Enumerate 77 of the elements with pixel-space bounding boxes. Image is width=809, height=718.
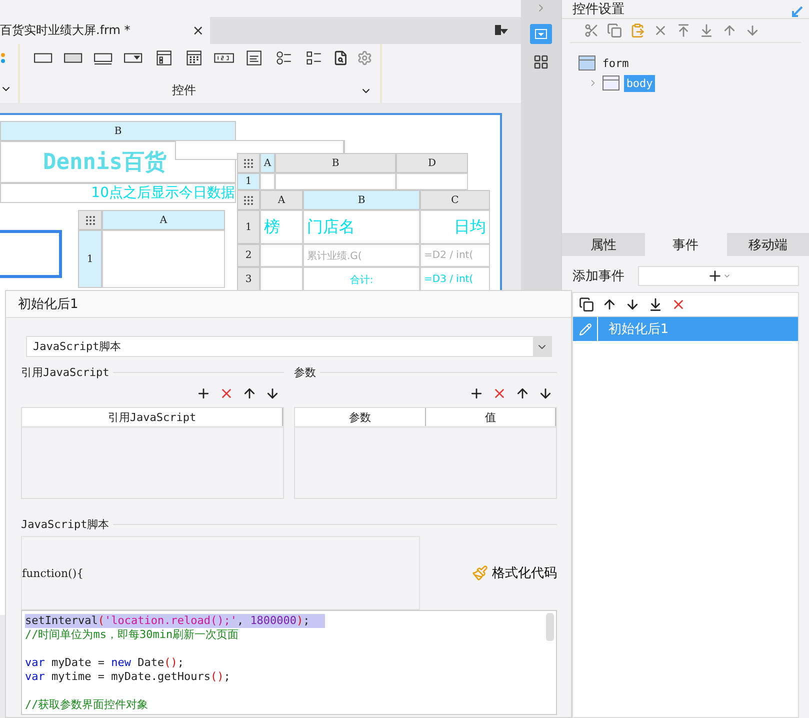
panel-tab[interactable]: 属性: [562, 233, 645, 256]
code-line: var mytime = myDate.getHours();: [25, 670, 232, 684]
grid-handle-icon[interactable]: [244, 196, 253, 204]
grid-icon[interactable]: [533, 54, 550, 70]
column-header: B: [0, 121, 236, 141]
table-cell: =D3 / int(: [420, 267, 490, 292]
column-header: 值: [426, 408, 556, 426]
delete-icon[interactable]: [219, 386, 234, 401]
arrow-down-icon[interactable]: [625, 297, 640, 312]
close-button[interactable]: ×: [192, 22, 204, 38]
table-cell: [260, 244, 303, 267]
section-title: 参数: [294, 365, 316, 380]
report-subtitle: 10点之后显示今日数据: [0, 183, 236, 203]
format-code-button[interactable]: 格式化代码: [472, 564, 557, 582]
layout-icon: [602, 75, 620, 91]
group-label: 控件: [172, 82, 196, 99]
row-header: 1: [237, 210, 260, 244]
column-header: A: [260, 190, 303, 210]
add-icon: [706, 268, 723, 284]
script-type-select[interactable]: JavaScript脚本: [26, 336, 552, 357]
document-tab[interactable]: 百货实时业绩大屏.frm * ×: [0, 17, 210, 44]
add-icon[interactable]: [196, 386, 211, 401]
palette-icon[interactable]: [0, 52, 6, 64]
form-icon: [578, 55, 596, 71]
code-line: //获取参数界面控件对象: [25, 698, 150, 712]
column-header: B: [275, 153, 396, 173]
column-header: B: [303, 190, 420, 210]
tab-menu-icon[interactable]: [495, 24, 510, 36]
caret-icon: [722, 272, 731, 280]
scrollbar-thumb[interactable]: [546, 613, 554, 641]
tree-item[interactable]: form: [600, 54, 631, 72]
dropdown-view-button[interactable]: [530, 24, 552, 44]
settings-icon[interactable]: [356, 49, 372, 67]
move-bottom-icon[interactable]: [648, 297, 664, 312]
section-title: JavaScript脚本: [21, 517, 110, 532]
column-header: D: [396, 153, 468, 173]
column-header: C: [420, 190, 490, 210]
arrow-down-icon[interactable]: [538, 386, 553, 401]
column-header: 参数: [295, 408, 426, 426]
table-cell: [396, 173, 468, 190]
brush-icon: [472, 565, 488, 581]
code-editor[interactable]: setInterval('location.reload();', 1800000); //时间单位为ms，即每30min刷新一次页面 var myDate = new Date(); var mytime = myDate.getHours(); //获取参数界面控件对象: [21, 610, 557, 715]
column-header: A: [102, 210, 225, 230]
copy-icon[interactable]: [579, 297, 594, 312]
arrow-icon[interactable]: [791, 6, 803, 18]
scissors-icon[interactable]: [584, 23, 600, 38]
table-cell: 日均: [420, 210, 490, 244]
table-cell: 门店名: [303, 210, 420, 244]
table-cell: [260, 173, 275, 190]
grid-handle-icon[interactable]: [86, 216, 94, 224]
row-header: 1: [237, 173, 260, 190]
code-line: //时间单位为ms，即每30min刷新一次页面: [25, 628, 240, 642]
panel-tab[interactable]: 移动端: [726, 233, 809, 256]
function-header: function(){: [21, 536, 420, 610]
dialog-title: 初始化后1: [6, 291, 571, 318]
pencil-icon[interactable]: [578, 322, 592, 336]
table-cell: 累计业绩.G(: [303, 244, 420, 267]
column-header: 引用JavaScript: [22, 408, 283, 426]
delete-icon[interactable]: [492, 386, 507, 401]
panel-title: 控件设置: [572, 1, 624, 18]
row-header: 2: [237, 244, 260, 267]
table-cell: =D2 / int(: [420, 244, 490, 267]
add-icon[interactable]: [469, 386, 484, 401]
dropdown-icon: [535, 29, 548, 39]
arrow-down-icon[interactable]: [265, 386, 280, 401]
move-top-icon[interactable]: [676, 23, 692, 38]
grid-handle-icon[interactable]: [244, 158, 253, 168]
selected-block: [0, 230, 62, 278]
row-header: 1: [78, 230, 102, 288]
table-cell: 合计:: [303, 267, 420, 292]
table-cell: 榜: [260, 210, 303, 244]
file-search-icon[interactable]: [333, 49, 349, 67]
row-header: 3: [237, 267, 260, 292]
code-line: var myDate = new Date();: [25, 656, 185, 670]
column-header: A: [260, 153, 275, 173]
add-event-label: 添加事件: [572, 268, 624, 285]
section-title: 引用JavaScript: [21, 365, 110, 380]
